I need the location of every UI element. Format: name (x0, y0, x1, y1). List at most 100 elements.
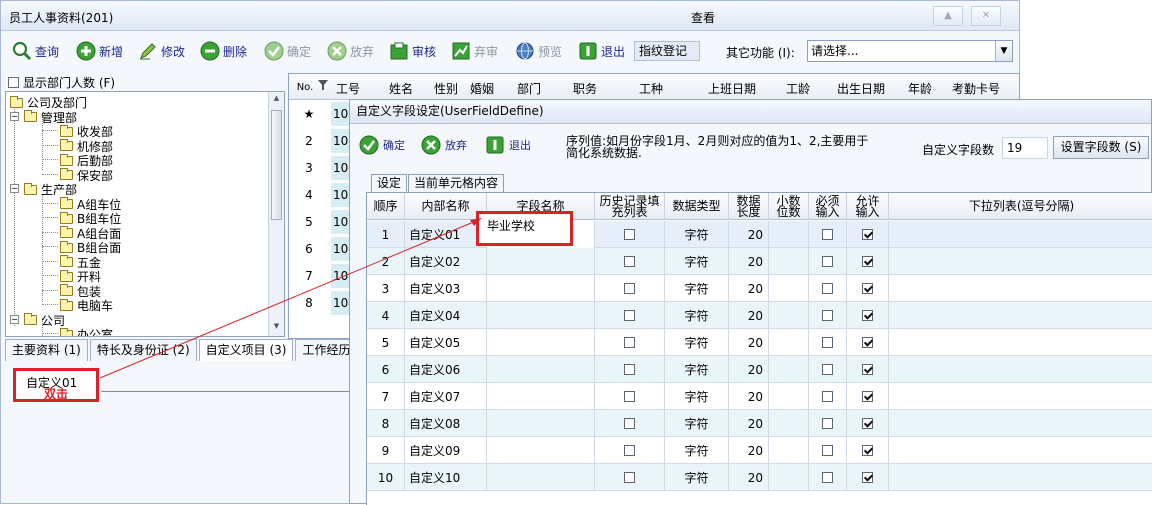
dropdown-list-cell[interactable] (889, 221, 1152, 248)
decimals-cell[interactable] (769, 464, 809, 491)
required-cell[interactable] (809, 248, 847, 275)
checkbox[interactable] (862, 337, 873, 348)
tab-custom-items[interactable]: 自定义项目 (3) (198, 339, 294, 361)
decimals-cell[interactable] (769, 275, 809, 302)
department-tree[interactable]: 公司及部门 − 管理部 收发部 机修部 后勤部 保安部 − 生产部 A组车位 B组车位 A组台面 B组台… (5, 91, 285, 337)
seq-cell[interactable]: 5 (367, 329, 405, 356)
checkbox[interactable] (822, 445, 833, 456)
checkbox[interactable] (822, 391, 833, 402)
internal-name-cell[interactable]: 自定义06 (405, 356, 487, 383)
seq-cell[interactable]: 2 (367, 248, 405, 275)
dropdown-list-cell[interactable] (889, 437, 1152, 464)
field-count-input[interactable]: 19 (1002, 137, 1048, 159)
decimals-cell[interactable] (769, 248, 809, 275)
field-name-cell[interactable] (487, 329, 595, 356)
history-fill-cell[interactable] (595, 302, 665, 329)
table-row[interactable]: 6 自定义06 字符 20 (367, 356, 1152, 383)
tree-node[interactable]: − 公司 (10, 312, 65, 329)
tree-scrollbar[interactable]: ▲ ▼ (268, 92, 284, 336)
history-fill-cell[interactable] (595, 410, 665, 437)
scroll-thumb[interactable] (271, 110, 282, 220)
table-row[interactable]: 5 自定义05 字符 20 (367, 329, 1152, 356)
seq-cell[interactable]: 6 (367, 356, 405, 383)
history-fill-cell[interactable] (595, 383, 665, 410)
field-name-highlight[interactable]: 毕业学校 (476, 211, 573, 246)
col-job-type[interactable]: 工种 (629, 80, 673, 97)
checkbox[interactable] (624, 337, 635, 348)
required-cell[interactable] (809, 356, 847, 383)
checkbox[interactable] (862, 256, 873, 267)
col-dropdown-list[interactable]: 下拉列表(逗号分隔) (889, 193, 1152, 220)
edit-button[interactable]: 修改 (137, 37, 185, 65)
data-length-cell[interactable]: 20 (729, 221, 769, 248)
tab-main-info[interactable]: 主要资料 (1) (5, 339, 88, 361)
field-name-cell[interactable] (487, 356, 595, 383)
col-marital[interactable]: 婚姻 (465, 80, 499, 97)
checkbox[interactable] (624, 310, 635, 321)
checkbox[interactable] (624, 418, 635, 429)
field-name-cell[interactable] (487, 437, 595, 464)
seq-cell[interactable]: 7 (367, 383, 405, 410)
required-cell[interactable] (809, 464, 847, 491)
close-icon[interactable]: ✕ (971, 6, 1001, 26)
allow-input-cell[interactable] (847, 356, 889, 383)
dropdown-list-cell[interactable] (889, 464, 1152, 491)
internal-name-cell[interactable]: 自定义09 (405, 437, 487, 464)
filter-icon[interactable] (317, 78, 329, 95)
allow-input-cell[interactable] (847, 302, 889, 329)
decimals-cell[interactable] (769, 302, 809, 329)
collapse-icon[interactable]: − (10, 111, 19, 121)
checkbox[interactable] (822, 472, 833, 483)
collapse-icon[interactable]: − (10, 184, 19, 193)
seq-cell[interactable]: 9 (367, 437, 405, 464)
field-name-cell[interactable] (487, 248, 595, 275)
seq-cell[interactable]: 10 (367, 464, 405, 491)
audit-button[interactable]: 审核 (388, 37, 436, 65)
checkbox[interactable] (822, 229, 833, 240)
collapse-icon[interactable]: − (10, 314, 19, 324)
decimals-cell[interactable] (769, 437, 809, 464)
show-count-checkbox[interactable] (8, 77, 19, 88)
col-dept[interactable]: 部门 (509, 80, 549, 97)
field-name-cell[interactable] (487, 302, 595, 329)
data-length-cell[interactable]: 20 (729, 248, 769, 275)
data-type-cell[interactable]: 字符 (665, 410, 729, 437)
internal-name-cell[interactable]: 自定义02 (405, 248, 487, 275)
history-fill-cell[interactable] (595, 356, 665, 383)
required-cell[interactable] (809, 410, 847, 437)
seq-cell[interactable]: 1 (367, 221, 405, 248)
col-name[interactable]: 姓名 (381, 80, 421, 97)
required-cell[interactable] (809, 221, 847, 248)
confirm-button[interactable]: 确定 (263, 37, 311, 65)
up-arrow-icon[interactable]: ▲ (933, 6, 963, 26)
history-fill-cell[interactable] (595, 248, 665, 275)
scroll-up-icon[interactable]: ▲ (271, 94, 282, 106)
tab-cell-content[interactable]: 当前单元格内容 (408, 174, 505, 192)
required-cell[interactable] (809, 302, 847, 329)
dialog-exit-button[interactable]: 退出 (484, 133, 531, 157)
abandon-button[interactable]: 放弃 (326, 37, 374, 65)
allow-input-cell[interactable] (847, 275, 889, 302)
seq-cell[interactable]: 8 (367, 410, 405, 437)
data-type-cell[interactable]: 字符 (665, 437, 729, 464)
dropdown-list-cell[interactable] (889, 275, 1152, 302)
add-button[interactable]: 新增 (75, 37, 123, 65)
custom-field-highlight[interactable]: 自定义01 双击 (13, 368, 99, 402)
col-internal-name[interactable]: 内部名称 (405, 193, 487, 220)
decimals-cell[interactable] (769, 221, 809, 248)
data-length-cell[interactable]: 20 (729, 410, 769, 437)
checkbox[interactable] (624, 472, 635, 483)
table-row[interactable]: 4 自定义04 字符 20 (367, 302, 1152, 329)
dialog-abandon-button[interactable]: 放弃 (420, 133, 467, 157)
data-length-cell[interactable]: 20 (729, 329, 769, 356)
history-fill-cell[interactable] (595, 437, 665, 464)
data-type-cell[interactable]: 字符 (665, 275, 729, 302)
field-name-cell[interactable] (487, 383, 595, 410)
dropdown-list-cell[interactable] (889, 383, 1152, 410)
allow-input-cell[interactable] (847, 221, 889, 248)
field-name-cell[interactable] (487, 464, 595, 491)
required-cell[interactable] (809, 329, 847, 356)
history-fill-cell[interactable] (595, 275, 665, 302)
data-length-cell[interactable]: 20 (729, 275, 769, 302)
tree-node[interactable]: 办公室 (42, 326, 113, 336)
